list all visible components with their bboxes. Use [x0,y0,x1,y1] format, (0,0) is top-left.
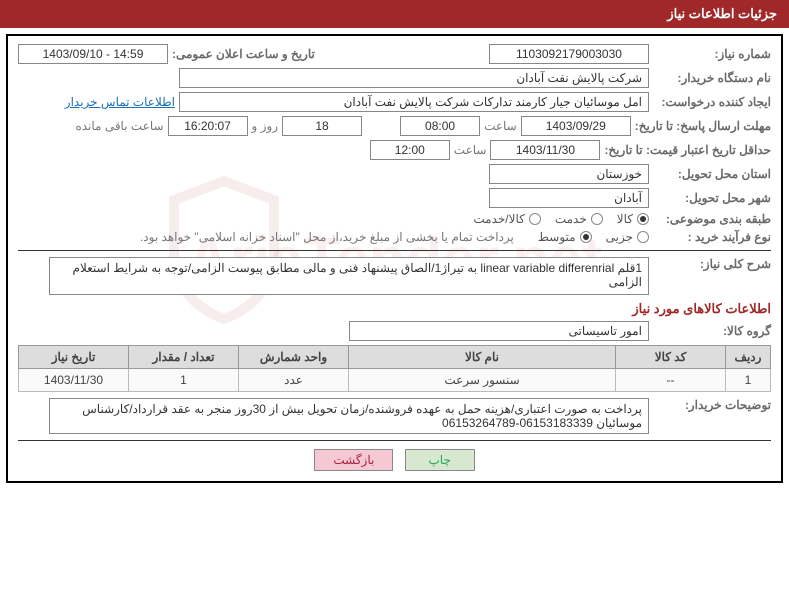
link-buyer-contact[interactable]: اطلاعات تماس خریدار [65,95,175,109]
back-button[interactable]: بازگشت [314,449,393,471]
cell-date: 1403/11/30 [19,369,129,392]
field-validity-date: 1403/11/30 [490,140,600,160]
field-buyer-org: شرکت پالایش نفت آبادان [179,68,649,88]
label-days-word: روز و [252,119,279,133]
radio-cat-khedmat[interactable]: خدمت [555,212,603,226]
cell-idx: 1 [726,369,771,392]
radio-dot-icon [591,213,603,225]
label-category: طبقه بندی موضوعی: [653,212,771,226]
page-title: جزئیات اطلاعات نیاز [667,6,777,21]
label-announce: تاریخ و ساعت اعلان عمومی: [172,47,315,61]
th-unit: واحد شمارش [239,346,349,369]
label-summary: شرح کلی نیاز: [653,257,771,271]
section-items-title: اطلاعات کالاهای مورد نیاز [18,301,771,317]
field-need-no: 1103092179003030 [489,44,649,64]
label-remaining: ساعت باقی مانده [75,119,163,133]
radio-cat-kala[interactable]: کالا [617,212,649,226]
page-title-bar: جزئیات اطلاعات نیاز [0,0,789,28]
label-need-no: شماره نیاز: [653,47,771,61]
label-requester: ایجاد کننده درخواست: [653,95,771,109]
radio-dot-icon [580,231,592,243]
table-header-row: ردیف کد کالا نام کالا واحد شمارش تعداد /… [19,346,771,369]
field-days-remaining: 18 [282,116,362,136]
label-buyer-org: نام دستگاه خریدار: [653,71,771,85]
cell-unit: عدد [239,369,349,392]
cell-name: سنسور سرعت [349,369,616,392]
field-buyer-notes [49,398,649,434]
field-deadline-time: 08:00 [400,116,480,136]
radio-dot-icon [637,213,649,225]
table-row: 1 -- سنسور سرعت عدد 1 1403/11/30 [19,369,771,392]
th-date: تاریخ نیاز [19,346,129,369]
field-countdown: 16:20:07 [168,116,248,136]
radio-cat-both[interactable]: کالا/خدمت [473,212,540,226]
radio-dot-icon [529,213,541,225]
cell-qty: 1 [129,369,239,392]
th-qty: تعداد / مقدار [129,346,239,369]
label-time1: ساعت [484,119,517,133]
cell-code: -- [616,369,726,392]
label-buyer-notes: توضیحات خریدار: [653,398,771,412]
category-radio-group: کالا خدمت کالا/خدمت [473,212,649,226]
divider [18,250,771,251]
th-idx: ردیف [726,346,771,369]
field-validity-time: 12:00 [370,140,450,160]
label-purchase-type: نوع فرآیند خرید : [653,230,771,244]
field-province: خوزستان [489,164,649,184]
field-group: امور تاسیساتی [349,321,649,341]
label-time2: ساعت [454,143,487,157]
label-city: شهر محل تحویل: [653,191,771,205]
field-summary [49,257,649,295]
button-row: چاپ بازگشت [18,440,771,477]
field-city: آبادان [489,188,649,208]
radio-pt-minor[interactable]: جزیی [606,230,649,244]
purchase-note: پرداخت تمام یا بخشی از مبلغ خرید،از محل … [140,230,514,244]
label-group: گروه کالا: [653,324,771,338]
field-deadline-date: 1403/09/29 [521,116,631,136]
radio-dot-icon [637,231,649,243]
main-frame: AriaTender.net شماره نیاز: 1103092179003… [6,34,783,483]
label-deadline: مهلت ارسال پاسخ: تا تاریخ: [635,119,771,133]
field-announce: 1403/09/10 - 14:59 [18,44,168,64]
th-code: کد کالا [616,346,726,369]
print-button[interactable]: چاپ [405,449,475,471]
field-requester: امل موسائیان جیار کارمند تدارکات شرکت پا… [179,92,649,112]
purchase-type-radio-group: جزیی متوسط [538,230,649,244]
items-table: ردیف کد کالا نام کالا واحد شمارش تعداد /… [18,345,771,392]
radio-pt-medium[interactable]: متوسط [538,230,592,244]
label-validity: حداقل تاریخ اعتبار قیمت: تا تاریخ: [604,143,771,157]
th-name: نام کالا [349,346,616,369]
label-province: استان محل تحویل: [653,167,771,181]
